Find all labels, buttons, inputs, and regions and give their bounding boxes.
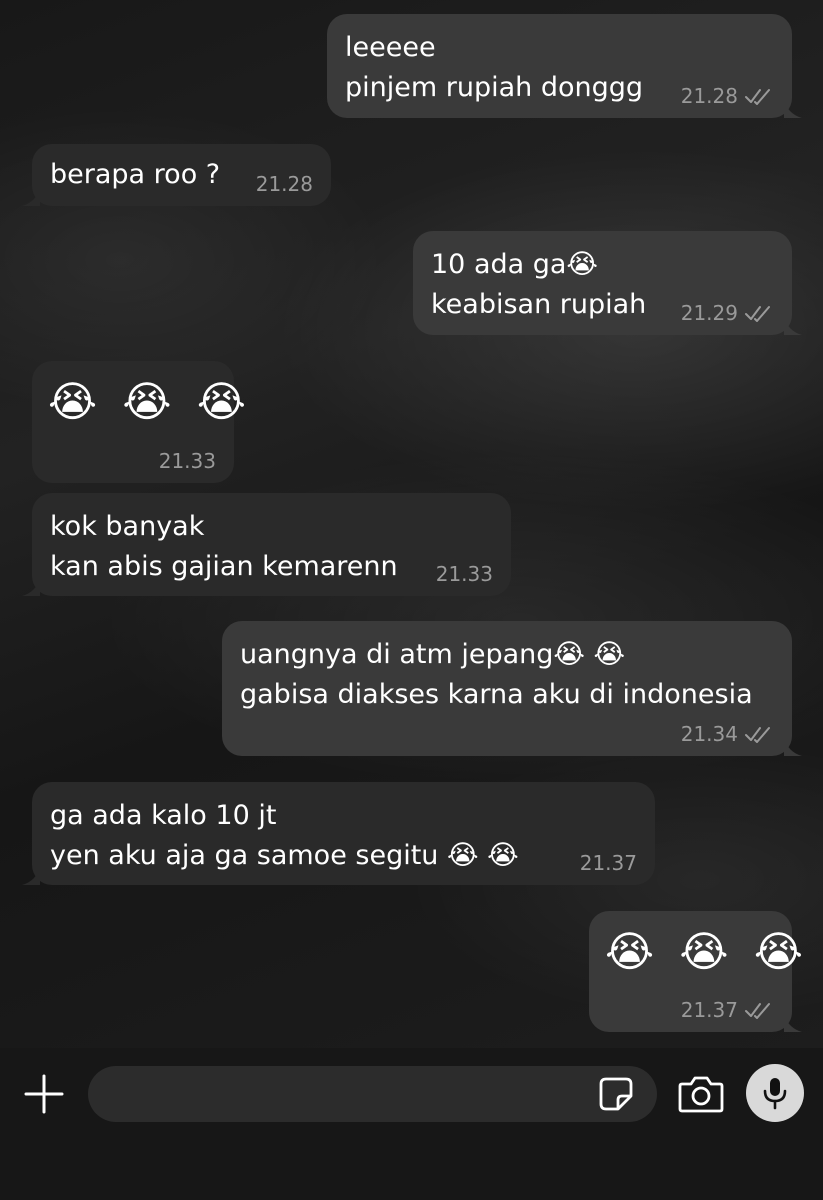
sticker-icon[interactable]: [598, 1076, 634, 1112]
double-check-icon: [745, 727, 770, 743]
message-meta: 21.37: [681, 998, 774, 1022]
message-text: kan abis gajian kemarenn: [50, 551, 398, 582]
microphone-icon: [763, 1078, 787, 1110]
message-input[interactable]: [88, 1066, 657, 1122]
message-meta: 21.33: [436, 562, 493, 586]
bubble-tail: [22, 867, 40, 885]
message-bubble-outgoing[interactable]: 10 ada ga😭 keabisan rupiah 21.29: [413, 231, 802, 335]
message-timestamp: 21.28: [255, 172, 313, 196]
bubble-tail: [784, 1014, 802, 1032]
message-text: uangnya di atm jepang😭 😭: [240, 639, 626, 670]
message-bubble-outgoing[interactable]: uangnya di atm jepang😭 😭 gabisa diakses …: [222, 621, 802, 756]
message-bubble-incoming[interactable]: ga ada kalo 10 jt yen aku aja ga samoe s…: [22, 782, 655, 885]
message-meta: 21.37: [580, 851, 637, 875]
message-timestamp: 21.34: [680, 722, 738, 746]
message-text: 10 ada ga😭: [431, 249, 598, 280]
double-check-icon: [745, 89, 770, 105]
camera-icon[interactable]: [678, 1074, 724, 1114]
bubble-tail: [22, 578, 40, 596]
message-meta: 21.29: [681, 301, 774, 325]
message-timestamp: 21.29: [680, 301, 738, 325]
message-bubble-incoming[interactable]: berapa roo ? 21.28: [22, 144, 331, 206]
plus-icon[interactable]: [22, 1072, 66, 1116]
message-text: kok banyak: [50, 511, 205, 542]
message-meta: 21.34: [681, 722, 774, 746]
microphone-button[interactable]: [746, 1064, 804, 1122]
message-timestamp: 21.37: [680, 998, 738, 1022]
message-meta: 21.28: [256, 172, 313, 196]
message-timestamp: 21.33: [435, 562, 493, 586]
message-meta: 21.33: [159, 449, 216, 473]
message-text: ga ada kalo 10 jt: [50, 800, 277, 831]
double-check-icon: [745, 1003, 770, 1019]
bubble-tail: [784, 317, 802, 335]
bubble-tail: [784, 738, 802, 756]
bubble-tail: [22, 188, 40, 206]
message-meta: 21.28: [681, 84, 774, 108]
bubble-tail: [784, 100, 802, 118]
message-timestamp: 21.33: [158, 449, 216, 473]
double-check-icon: [745, 306, 770, 322]
message-emoji: 😭 😭 😭: [48, 377, 252, 426]
message-bubble-outgoing[interactable]: leeeee pinjem rupiah donggg 21.28: [327, 14, 802, 118]
message-bubble-incoming[interactable]: kok banyak kan abis gajian kemarenn 21.3…: [22, 493, 511, 596]
message-emoji: 😭 😭 😭: [605, 927, 809, 976]
message-timestamp: 21.37: [579, 851, 637, 875]
message-bubble-incoming[interactable]: 😭 😭 😭 21.33: [32, 361, 252, 483]
message-timestamp: 21.28: [680, 84, 738, 108]
message-text: gabisa diakses karna aku di indonesia: [240, 679, 753, 710]
message-text: leeeee: [345, 32, 436, 63]
message-bubble-outgoing[interactable]: 😭 😭 😭 21.37: [589, 911, 809, 1032]
message-text: yen aku aja ga samoe segitu 😭 😭: [50, 840, 519, 871]
